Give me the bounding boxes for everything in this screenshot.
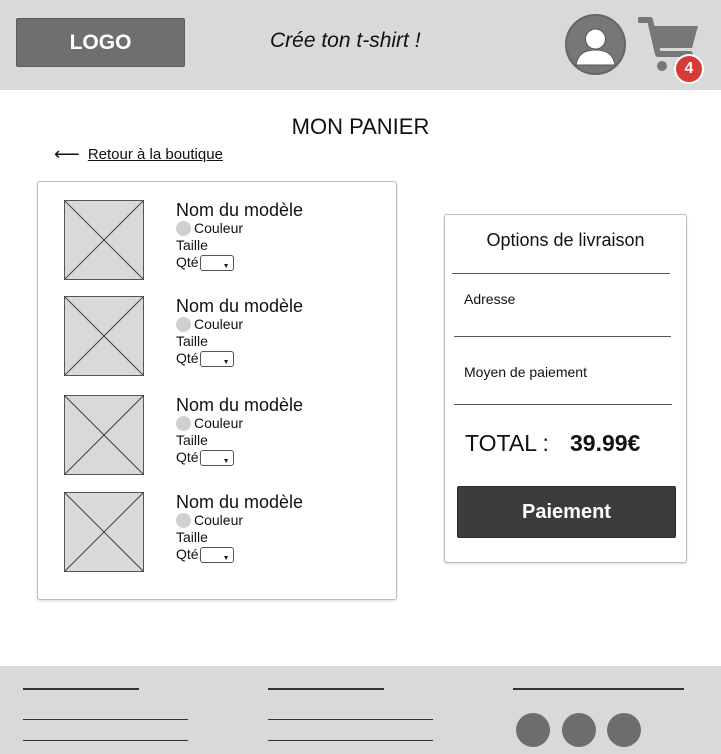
social-icon[interactable] bbox=[607, 713, 641, 747]
item-details: Nom du modèle Couleur Taille Qté bbox=[176, 200, 304, 275]
address-field[interactable]: Adresse bbox=[464, 291, 515, 307]
cart-count-badge: 4 bbox=[674, 54, 704, 84]
total-label: TOTAL : bbox=[465, 430, 549, 456]
footer-link-line[interactable] bbox=[268, 740, 433, 741]
footer-heading-line bbox=[23, 688, 139, 690]
back-to-shop-label: Retour à la boutique bbox=[87, 145, 223, 163]
site-footer bbox=[0, 666, 721, 754]
color-label: Couleur bbox=[194, 415, 244, 431]
divider bbox=[454, 404, 672, 405]
site-header: LOGO Crée ton t-shirt ! 4 bbox=[0, 0, 721, 90]
payment-method-field[interactable]: Moyen de paiement bbox=[464, 364, 587, 380]
qty-dropdown[interactable] bbox=[199, 350, 234, 371]
size-label: Taille bbox=[176, 237, 208, 253]
qty-label: Qté bbox=[176, 254, 199, 270]
product-image-placeholder bbox=[64, 296, 144, 376]
cart-item: Nom du modèle Couleur Taille Qté bbox=[64, 492, 384, 572]
item-name: Nom du modèle bbox=[176, 492, 304, 512]
item-name: Nom du modèle bbox=[176, 200, 304, 220]
color-label: Couleur bbox=[194, 512, 244, 528]
color-swatch[interactable] bbox=[176, 416, 191, 431]
product-image-placeholder bbox=[64, 200, 144, 280]
qty-dropdown[interactable] bbox=[199, 449, 234, 470]
footer-link-line[interactable] bbox=[23, 740, 188, 741]
item-details: Nom du modèle Couleur Taille Qté bbox=[176, 395, 304, 470]
payment-button[interactable]: Paiement bbox=[457, 486, 676, 538]
cart-item: Nom du modèle Couleur Taille Qté bbox=[64, 395, 384, 475]
product-image-placeholder bbox=[64, 492, 144, 572]
delivery-options-panel: Options de livraison Adresse Moyen de pa… bbox=[444, 214, 687, 563]
footer-heading-line bbox=[513, 688, 684, 690]
color-label: Couleur bbox=[194, 316, 244, 332]
qty-label: Qté bbox=[176, 449, 199, 465]
social-icon[interactable] bbox=[562, 713, 596, 747]
footer-heading-line bbox=[268, 688, 384, 690]
logo[interactable]: LOGO bbox=[16, 18, 185, 67]
total-value: 39.99€ bbox=[570, 430, 641, 456]
arrow-left-icon: ⟵ bbox=[54, 144, 80, 164]
qty-dropdown[interactable] bbox=[199, 254, 234, 275]
user-avatar-icon[interactable] bbox=[564, 13, 627, 76]
qty-dropdown[interactable] bbox=[199, 546, 234, 567]
product-image-placeholder bbox=[64, 395, 144, 475]
item-name: Nom du modèle bbox=[176, 296, 304, 316]
footer-link-line[interactable] bbox=[23, 719, 188, 720]
back-to-shop-link[interactable]: ⟵ Retour à la boutique bbox=[54, 145, 223, 163]
divider bbox=[454, 336, 671, 337]
size-label: Taille bbox=[176, 529, 208, 545]
item-details: Nom du modèle Couleur Taille Qté bbox=[176, 296, 304, 371]
cart-item: Nom du modèle Couleur Taille Qté bbox=[64, 296, 384, 376]
color-swatch[interactable] bbox=[176, 221, 191, 236]
item-details: Nom du modèle Couleur Taille Qté bbox=[176, 492, 304, 567]
color-label: Couleur bbox=[194, 220, 244, 236]
color-swatch[interactable] bbox=[176, 513, 191, 528]
size-label: Taille bbox=[176, 432, 208, 448]
page-title: MON PANIER bbox=[291, 114, 430, 139]
qty-label: Qté bbox=[176, 350, 199, 366]
divider bbox=[452, 273, 670, 274]
cart-item: Nom du modèle Couleur Taille Qté bbox=[64, 200, 384, 280]
qty-label: Qté bbox=[176, 546, 199, 562]
footer-link-line[interactable] bbox=[268, 719, 433, 720]
cart-items-panel: Nom du modèle Couleur Taille Qté Nom du … bbox=[37, 181, 397, 600]
size-label: Taille bbox=[176, 333, 208, 349]
delivery-title: Options de livraison bbox=[486, 230, 645, 250]
color-swatch[interactable] bbox=[176, 317, 191, 332]
site-tagline: Crée ton t-shirt ! bbox=[270, 29, 421, 52]
social-icon[interactable] bbox=[516, 713, 550, 747]
item-name: Nom du modèle bbox=[176, 395, 304, 415]
